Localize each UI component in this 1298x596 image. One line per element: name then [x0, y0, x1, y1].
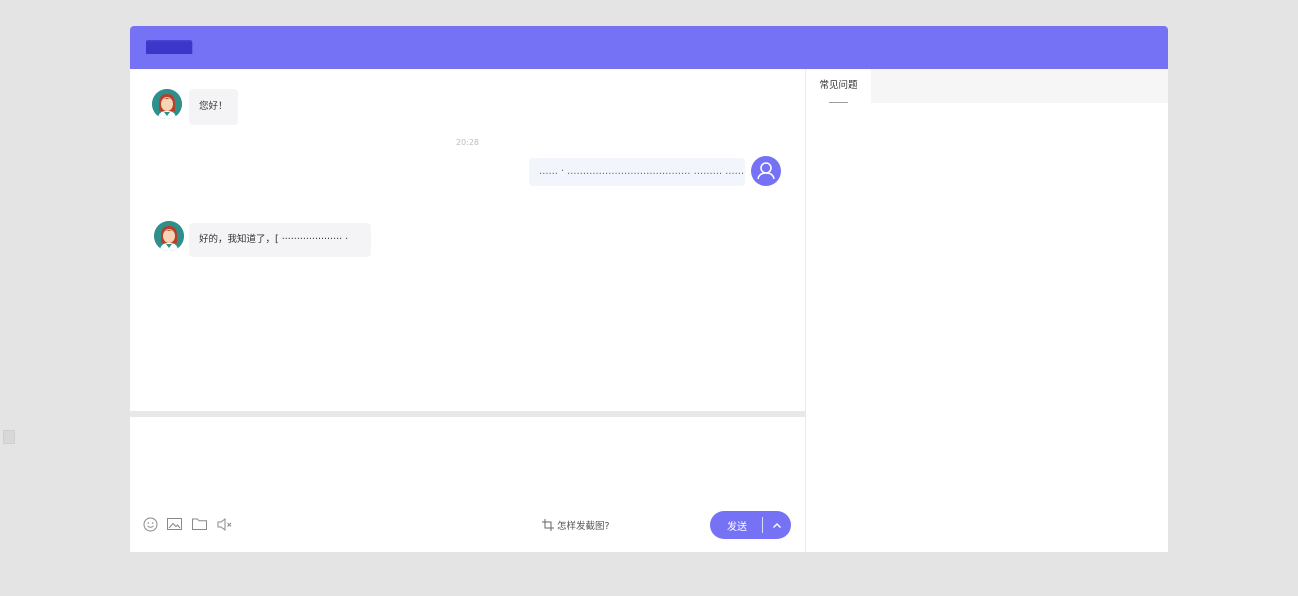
- crop-icon: [542, 519, 554, 531]
- user-avatar: [751, 156, 781, 186]
- chevron-up-icon: [773, 522, 781, 528]
- user-icon: [757, 162, 775, 180]
- agent-avatar: [154, 221, 184, 251]
- image-button[interactable]: [166, 517, 182, 531]
- faq-panel: 常见问题: [805, 69, 1168, 552]
- chat-window: ▇▇▇▇▇ 您好！ 20:28 …… · ………………………………… ……… ……: [130, 26, 1168, 552]
- send-options-button[interactable]: [763, 511, 791, 539]
- side-handle[interactable]: [3, 430, 15, 444]
- header-bar: ▇▇▇▇▇: [130, 26, 1168, 69]
- chat-history[interactable]: 您好！ 20:28 …… · ………………………………… ……… …… ……… …: [130, 69, 805, 411]
- send-button[interactable]: 发送: [710, 511, 762, 539]
- screenshot-help-label: 怎样发截图?: [557, 521, 610, 532]
- user-message: …… · ………………………………… ……… …… ……… …… 冂客户: [529, 158, 745, 186]
- smile-icon: [143, 517, 157, 531]
- agent-avatar: [152, 89, 182, 119]
- tab-faq[interactable]: 常见问题: [806, 69, 871, 103]
- agent-message: 您好！: [189, 89, 238, 125]
- file-button[interactable]: [191, 517, 207, 531]
- emoji-button[interactable]: [142, 517, 158, 531]
- sound-toggle[interactable]: [217, 517, 233, 531]
- tab-faq-label: 常见问题: [819, 80, 858, 91]
- header-title: ▇▇▇▇▇: [146, 40, 193, 54]
- composer: 怎样发截图? 发送: [130, 417, 805, 552]
- message-input[interactable]: [130, 417, 805, 505]
- send-button-group: 发送: [710, 511, 791, 539]
- active-tab-indicator: [829, 102, 848, 103]
- folder-icon: [191, 518, 207, 530]
- faq-tabs: 常见问题: [806, 69, 1168, 103]
- image-icon: [166, 518, 182, 530]
- speaker-mute-icon: [217, 517, 232, 531]
- message-timestamp: 20:28: [455, 138, 480, 147]
- agent-message: 好的，我知道了，[ ···················· ·: [189, 223, 371, 257]
- screenshot-help-link[interactable]: 怎样发截图?: [542, 518, 610, 532]
